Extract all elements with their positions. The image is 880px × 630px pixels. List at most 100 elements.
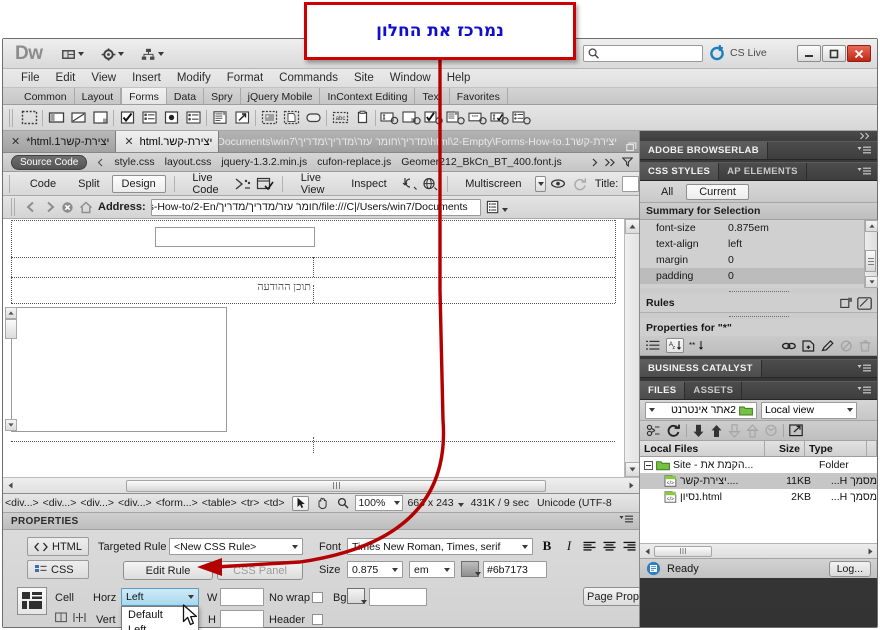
font-size-select[interactable]: 0.875 <box>347 561 403 578</box>
workspace-switcher-button[interactable] <box>61 46 84 62</box>
edit-style-pencil-icon[interactable] <box>821 339 834 352</box>
code-view-button[interactable]: Code <box>20 175 66 193</box>
column-local-files[interactable]: Local Files <box>640 440 765 457</box>
list-item[interactable]: Site - הקמת את... Folder <box>640 457 877 473</box>
insert-form-icon[interactable] <box>18 108 40 128</box>
tab-ap-elements[interactable]: AP ELEMENTS <box>719 163 807 180</box>
globe-icon[interactable] <box>422 174 439 194</box>
column-type[interactable]: Type <box>805 440 867 457</box>
validate-markup-icon[interactable] <box>234 174 252 194</box>
html-properties-tab[interactable]: HTML <box>27 537 89 556</box>
textarea-scroll-down-arrow[interactable] <box>5 419 17 431</box>
restore-down-icon[interactable] <box>623 142 639 152</box>
spry-password-icon[interactable]: *** <box>466 108 488 128</box>
insert-image-field-icon[interactable] <box>258 108 280 128</box>
forward-arrow-icon[interactable] <box>43 201 56 213</box>
insert-button-icon[interactable] <box>302 108 324 128</box>
text-color-input[interactable]: #6b7173 <box>483 561 547 578</box>
insert-tab-jquery-mobile[interactable]: jQuery Mobile <box>241 88 321 104</box>
log-button[interactable]: Log... <box>828 560 871 577</box>
scroll-down-arrow[interactable] <box>625 462 639 477</box>
panel-menu-icon[interactable] <box>857 360 877 377</box>
preview-in-browser-icon[interactable] <box>550 174 569 194</box>
cell-width-input[interactable] <box>220 588 264 606</box>
table-row[interactable]: text-align left <box>640 236 877 252</box>
tab-adobe-browserlab[interactable]: ADOBE BROWSERLAB <box>640 142 768 159</box>
spry-confirm-icon[interactable] <box>488 108 510 128</box>
insert-tab-forms[interactable]: Forms <box>121 88 167 104</box>
show-set-properties-icon[interactable]: ** <box>689 340 705 352</box>
table-row[interactable]: padding 0 <box>640 268 877 284</box>
file-management-icon[interactable] <box>486 197 508 217</box>
spry-select-icon[interactable] <box>444 108 466 128</box>
segment-current[interactable]: Current <box>686 183 749 200</box>
source-code-button[interactable]: Source Code <box>11 154 88 170</box>
design-view-button[interactable]: Design <box>111 174 166 193</box>
get-files-icon[interactable] <box>692 424 705 438</box>
tag-div-2[interactable]: <div...> <box>43 497 77 509</box>
file-list-horizontal-scrollbar[interactable] <box>640 543 877 558</box>
about-css-icon[interactable] <box>840 297 853 309</box>
category-view-icon[interactable] <box>646 340 661 352</box>
scroll-up-arrow[interactable] <box>865 220 878 232</box>
css-properties-tab[interactable]: CSS <box>27 560 89 579</box>
related-file-style-css[interactable]: style.css <box>114 156 154 168</box>
textarea-scroll-thumb[interactable] <box>5 319 17 339</box>
maximize-button[interactable] <box>822 45 846 62</box>
menu-site[interactable]: Site <box>346 71 382 85</box>
list-item[interactable]: </> יצירת-קשר.... 11KB מסמך H... <box>640 473 877 489</box>
tab-files[interactable]: FILES <box>640 382 686 399</box>
stop-icon[interactable] <box>61 201 74 214</box>
scroll-up-arrow[interactable] <box>625 219 639 234</box>
table-row[interactable]: margin 0 <box>640 252 877 268</box>
insert-tab-layout[interactable]: Layout <box>75 88 122 104</box>
chevron-left-icon[interactable] <box>97 158 104 167</box>
back-arrow-icon[interactable] <box>25 201 38 213</box>
design-canvas[interactable]: דואר אלקטרוני תוכן ההודעה <box>3 219 639 494</box>
insert-tab-favorites[interactable]: Favorites <box>450 88 508 104</box>
related-file-layout-css[interactable]: layout.css <box>165 156 212 168</box>
chevron-right-icon[interactable] <box>591 158 598 167</box>
split-view-button[interactable]: Split <box>68 175 109 193</box>
insert-select-list-icon[interactable] <box>209 108 231 128</box>
align-center-button[interactable] <box>601 538 617 554</box>
related-file-jquery[interactable]: jquery-1.3.2.min.js <box>221 156 307 168</box>
close-icon[interactable]: ✕ <box>124 135 133 148</box>
put-files-icon[interactable] <box>710 424 723 438</box>
cs-live-button[interactable]: CS Live <box>709 44 767 61</box>
canvas-vertical-scrollbar[interactable] <box>624 219 639 477</box>
dock-collapse-bar[interactable] <box>640 131 877 141</box>
tag-td[interactable]: <td> <box>263 497 284 509</box>
menu-format[interactable]: Format <box>219 71 271 85</box>
toolbar-grip[interactable] <box>9 174 12 193</box>
column-size[interactable]: Size <box>765 440 805 457</box>
cell-height-input[interactable] <box>220 610 264 628</box>
tab-assets[interactable]: ASSETS <box>685 382 743 399</box>
spry-radio-group-icon[interactable] <box>510 108 532 128</box>
segment-all[interactable]: All <box>648 184 686 200</box>
new-css-rule-icon[interactable] <box>802 339 815 352</box>
align-right-button[interactable] <box>621 538 637 554</box>
no-wrap-checkbox[interactable] <box>312 592 323 603</box>
tag-tr[interactable]: <tr> <box>241 497 260 509</box>
insert-tab-text[interactable]: Text <box>415 88 450 104</box>
canvas-horizontal-scrollbar[interactable] <box>3 477 639 493</box>
scroll-down-arrow[interactable] <box>865 276 878 288</box>
zoom-tool-icon[interactable] <box>334 496 351 511</box>
bg-color-input[interactable] <box>369 588 427 606</box>
split-cell-icon[interactable] <box>73 612 86 626</box>
insert-file-field-icon[interactable] <box>280 108 302 128</box>
message-textarea[interactable] <box>11 307 227 432</box>
site-setup-button[interactable] <box>141 46 164 62</box>
panel-menu-icon[interactable] <box>857 163 877 180</box>
merge-cells-icon[interactable] <box>55 612 67 626</box>
hand-tool-icon[interactable] <box>313 496 330 511</box>
view-options-icon[interactable] <box>401 174 418 194</box>
chevron-down-icon[interactable] <box>457 502 464 507</box>
spry-textarea-icon[interactable] <box>400 108 422 128</box>
tag-form[interactable]: <form...> <box>156 497 198 509</box>
edit-rule-button[interactable]: Edit Rule <box>123 561 213 580</box>
related-file-cufon[interactable]: cufon-replace.js <box>317 156 391 168</box>
spry-text-field-icon[interactable] <box>378 108 400 128</box>
attach-stylesheet-icon[interactable] <box>782 341 796 351</box>
